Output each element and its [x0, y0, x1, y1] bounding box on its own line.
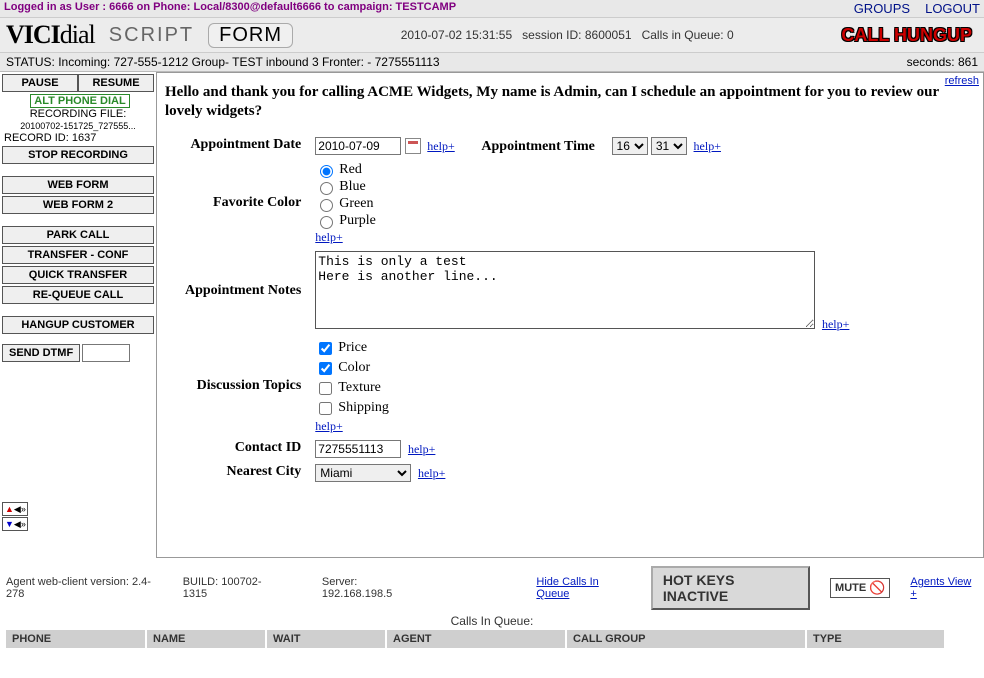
appt-hour-select[interactable]: 16 [612, 137, 648, 155]
status-bar: STATUS: Incoming: 727-555-1212 Group- TE… [0, 53, 984, 72]
volume-up-icon[interactable]: ▲◀» [2, 502, 28, 516]
content-area: refresh Hello and thank you for calling … [156, 72, 984, 558]
tab-script[interactable]: SCRIPT [103, 24, 200, 47]
requeue-call-button[interactable]: RE-QUEUE CALL [2, 286, 154, 304]
label-appt-date: Appointment Date [179, 135, 307, 157]
record-id-row: RECORD ID: 1637 [2, 132, 154, 144]
mute-icon: 🚫 [869, 580, 885, 596]
calendar-icon[interactable] [405, 138, 421, 154]
col-type: TYPE [806, 630, 945, 648]
notes-textarea[interactable]: This is only a test Here is another line… [315, 251, 815, 329]
login-info: Logged in as User : 6666 on Phone: Local… [4, 1, 456, 16]
header-bar: VICIdial SCRIPT FORM 2010-07-02 15:31:55… [0, 18, 984, 53]
topic-color-checkbox[interactable] [319, 362, 332, 375]
label-topics: Discussion Topics [179, 336, 307, 436]
logout-link[interactable]: LOGOUT [925, 1, 980, 16]
status-seconds: seconds: 861 [907, 55, 978, 69]
refresh-link[interactable]: refresh [945, 75, 979, 87]
help-notes[interactable]: help+ [822, 317, 849, 331]
version-text: Agent web-client version: 2.4-278 [6, 576, 163, 600]
mute-button[interactable]: MUTE 🚫 [830, 578, 890, 598]
queue-label: Calls in Queue: [642, 28, 724, 42]
recording-info: ALT PHONE DIAL RECORDING FILE: 20100702-… [2, 92, 154, 132]
hangup-customer-button[interactable]: HANGUP CUSTOMER [2, 316, 154, 334]
volume-controls: ▲◀» ▼◀» [2, 502, 154, 531]
status-left: STATUS: Incoming: 727-555-1212 Group- TE… [6, 55, 440, 69]
stop-recording-button[interactable]: STOP RECORDING [2, 146, 154, 164]
form-table: Appointment Date help+ Appointment Time … [177, 133, 857, 486]
color-red-radio[interactable] [320, 165, 333, 178]
label-nearest-city: Nearest City [179, 462, 307, 484]
label-fav-color: Favorite Color [179, 159, 307, 247]
logo-bold: VICI [6, 20, 60, 49]
bottom-panel: Agent web-client version: 2.4-278 BUILD:… [0, 564, 984, 648]
queue-header: Calls In Queue: [0, 612, 984, 630]
pause-button[interactable]: PAUSE [2, 74, 78, 92]
appt-min-select[interactable]: 31 [651, 137, 687, 155]
help-appt-time[interactable]: help+ [694, 139, 721, 153]
quick-transfer-button[interactable]: QUICK TRANSFER [2, 266, 154, 284]
topic-price-checkbox[interactable] [319, 342, 332, 355]
datetime: 2010-07-02 15:31:55 [401, 28, 512, 42]
alt-phone-dial[interactable]: ALT PHONE DIAL [30, 94, 129, 108]
logo-thin: dial [60, 20, 95, 49]
hotkeys-button[interactable]: HOT KEYS INACTIVE [651, 566, 810, 610]
volume-down-icon[interactable]: ▼◀» [2, 517, 28, 531]
script-text: Hello and thank you for calling ACME Wid… [157, 73, 983, 125]
rec-file-label: RECORDING FILE: [30, 108, 127, 120]
col-group: CALL GROUP [566, 630, 806, 648]
groups-link[interactable]: GROUPS [854, 1, 910, 16]
contact-id-input[interactable] [315, 440, 401, 458]
label-notes: Appointment Notes [179, 249, 307, 334]
park-call-button[interactable]: PARK CALL [2, 226, 154, 244]
tab-form[interactable]: FORM [208, 23, 293, 48]
col-phone: PHONE [6, 630, 146, 648]
web-form-2-button[interactable]: WEB FORM 2 [2, 196, 154, 214]
appt-date-input[interactable] [315, 137, 401, 155]
topic-texture-checkbox[interactable] [319, 382, 332, 395]
session-id: 8600051 [585, 28, 632, 42]
color-blue-radio[interactable] [320, 182, 333, 195]
web-form-button[interactable]: WEB FORM [2, 176, 154, 194]
nearest-city-select[interactable]: Miami [315, 464, 411, 482]
topic-shipping-checkbox[interactable] [319, 402, 332, 415]
label-appt-time: Appointment Time [481, 139, 604, 154]
sidebar: PAUSE RESUME ALT PHONE DIAL RECORDING FI… [0, 72, 156, 558]
rec-file-name: 20100702-151725_727555... [20, 121, 136, 131]
col-wait: WAIT [266, 630, 386, 648]
logo: VICIdial [6, 20, 95, 50]
session-label: session ID: [522, 28, 581, 42]
help-fav-color[interactable]: help+ [315, 230, 342, 244]
agents-view-link[interactable]: Agents View + [910, 576, 978, 600]
call-status: CALL HUNGUP [841, 25, 978, 46]
top-bar: Logged in as User : 6666 on Phone: Local… [0, 0, 984, 18]
send-dtmf-button[interactable]: SEND DTMF [2, 344, 80, 362]
col-agent: AGENT [386, 630, 566, 648]
help-appt-date[interactable]: help+ [427, 139, 454, 153]
help-contact-id[interactable]: help+ [408, 442, 435, 456]
help-topics[interactable]: help+ [315, 419, 342, 433]
dtmf-input[interactable] [82, 344, 130, 362]
color-purple-radio[interactable] [320, 216, 333, 229]
queue-count: 0 [727, 28, 734, 42]
color-green-radio[interactable] [320, 199, 333, 212]
server-text: Server: 192.168.198.5 [322, 576, 426, 600]
label-contact-id: Contact ID [179, 438, 307, 460]
header-center: 2010-07-02 15:31:55 session ID: 8600051 … [301, 28, 833, 42]
transfer-conf-button[interactable]: TRANSFER - CONF [2, 246, 154, 264]
help-city[interactable]: help+ [418, 466, 445, 480]
resume-button[interactable]: RESUME [78, 74, 154, 92]
queue-table: PHONE NAME WAIT AGENT CALL GROUP TYPE [6, 630, 946, 648]
build-text: BUILD: 100702-1315 [183, 576, 282, 600]
hide-queue-link[interactable]: Hide Calls In Queue [536, 576, 631, 600]
col-name: NAME [146, 630, 266, 648]
